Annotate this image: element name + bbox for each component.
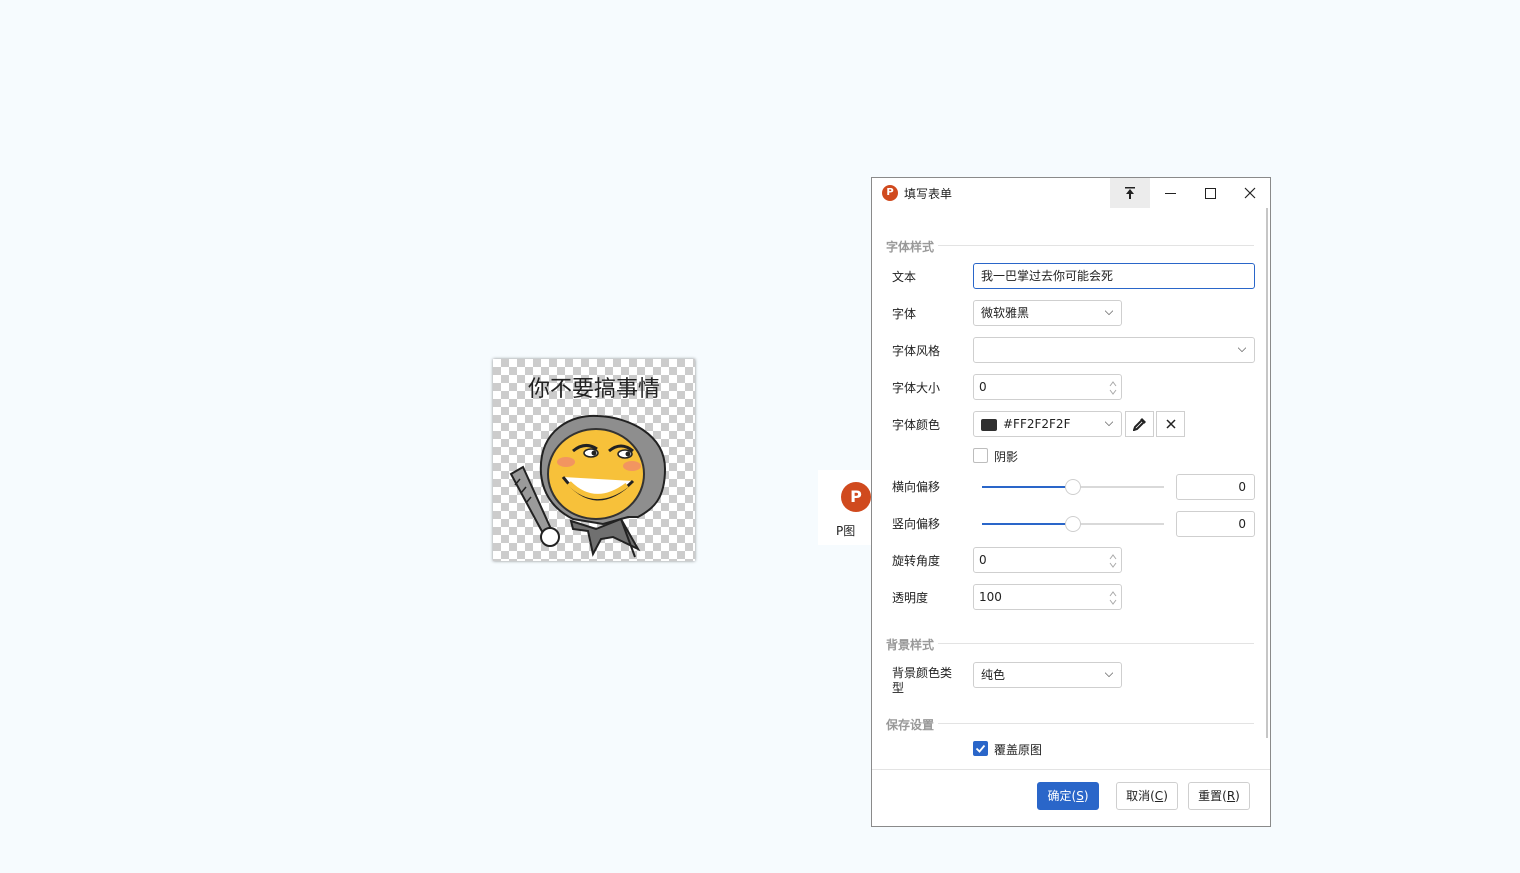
cancel-button-label: 取消( [1126,789,1155,803]
font-size-input[interactable]: 0 [973,374,1122,400]
ok-shortcut: S [1076,789,1084,803]
font-label: 字体 [892,307,917,321]
opacity-label: 透明度 [892,591,929,605]
rotation-value: 0 [979,553,987,567]
title-bar[interactable]: P 填写表单 [872,178,1270,208]
section-background-style: 背景样式 [886,638,935,652]
v-offset-label: 竖向偏移 [892,517,941,531]
cancel-button[interactable]: 取消(C) [1116,782,1178,810]
desktop-app-label: P图 [836,524,856,538]
reset-button-label: 重置( [1198,789,1227,803]
overwrite-label: 覆盖原图 [994,743,1043,757]
close-icon [1165,419,1176,429]
section-font-style: 字体样式 [886,240,935,254]
opacity-value: 100 [979,590,1002,604]
text-label: 文本 [892,270,917,284]
ok-button-label: 确定( [1047,789,1077,803]
chevron-down-icon [1105,310,1113,316]
spin-arrows-icon[interactable] [1109,590,1117,606]
opacity-input[interactable]: 100 [973,584,1122,610]
font-size-label: 字体大小 [892,381,941,395]
reset-button[interactable]: 重置(R) [1188,782,1250,810]
text-input-value: 我一巴掌过去你可能会死 [981,269,1114,283]
rotation-label: 旋转角度 [892,554,941,568]
minimize-button[interactable] [1150,178,1190,208]
shadow-checkbox[interactable] [973,448,988,463]
pin-icon [1125,187,1135,199]
spin-arrows-icon[interactable] [1109,380,1117,396]
bg-color-type-select[interactable]: 纯色 [973,662,1122,688]
close-icon [1244,187,1256,199]
font-color-value: #FF2F2F2F [1003,417,1071,431]
shadow-label: 阴影 [994,450,1019,464]
clear-color-button[interactable] [1156,411,1185,437]
section-divider [938,245,1254,246]
footer-divider [872,769,1270,770]
bg-color-type-label-line1: 背景颜色类 [892,666,953,680]
font-size-value: 0 [979,380,987,394]
rotation-input[interactable]: 0 [973,547,1122,573]
font-select-value: 微软雅黑 [981,306,1030,320]
h-offset-input[interactable]: 0 [1176,474,1255,500]
spin-arrows-icon[interactable] [1109,553,1117,569]
font-color-select[interactable]: #FF2F2F2F [973,411,1122,437]
cancel-paren: ) [1163,789,1168,803]
app-logo-icon: P [841,482,871,512]
dialog-title: 填写表单 [904,187,953,201]
font-select[interactable]: 微软雅黑 [973,300,1122,326]
scrollbar[interactable] [1266,208,1268,738]
overwrite-checkbox[interactable] [973,741,988,756]
checkmark-icon [975,744,986,753]
maximize-icon [1204,187,1216,199]
ok-button[interactable]: 确定(S) [1037,782,1099,810]
pin-on-top-button[interactable] [1110,178,1150,208]
slider-thumb[interactable] [1065,479,1081,495]
v-offset-slider[interactable] [982,516,1164,532]
slider-fill [982,486,1073,488]
desktop-app-icon[interactable]: P P图 [818,470,872,545]
bg-color-type-value: 纯色 [981,668,1006,682]
font-style-select[interactable] [973,337,1255,363]
slider-fill [982,523,1073,525]
maximize-button[interactable] [1190,178,1230,208]
reset-paren: ) [1235,789,1240,803]
h-offset-label: 横向偏移 [892,480,941,494]
section-divider [938,643,1254,644]
preview-caption: 你不要搞事情 [527,377,660,402]
reset-shortcut: R [1226,789,1236,803]
bg-color-type-label-line2: 型 [892,681,905,695]
section-save-settings: 保存设置 [886,718,935,732]
ok-paren: ) [1083,789,1089,803]
h-offset-slider[interactable] [982,479,1164,495]
text-input[interactable]: 我一巴掌过去你可能会死 [973,263,1255,289]
close-button[interactable] [1230,178,1270,208]
app-logo-icon: P [882,185,898,201]
v-offset-input[interactable]: 0 [1176,511,1255,537]
chevron-down-icon [1238,347,1246,353]
font-style-label: 字体风格 [892,344,941,358]
font-color-label: 字体颜色 [892,418,941,432]
color-swatch [981,418,997,431]
fill-form-dialog: P 填写表单 字体样式 文本 我一巴掌过去你可能会死 字体 微软雅黑 字体风格 [871,177,1271,827]
slider-thumb[interactable] [1065,516,1081,532]
cancel-shortcut: C [1154,789,1164,803]
image-preview: 你不要搞事情 [493,359,695,561]
eyedropper-button[interactable] [1125,411,1154,437]
minimize-icon [1164,192,1176,194]
chevron-down-icon [1105,421,1113,427]
eyedropper-icon [1132,418,1146,431]
bg-color-type-label: 背景颜色类 型 [892,666,952,696]
section-divider [938,723,1254,724]
chevron-down-icon [1105,672,1113,678]
